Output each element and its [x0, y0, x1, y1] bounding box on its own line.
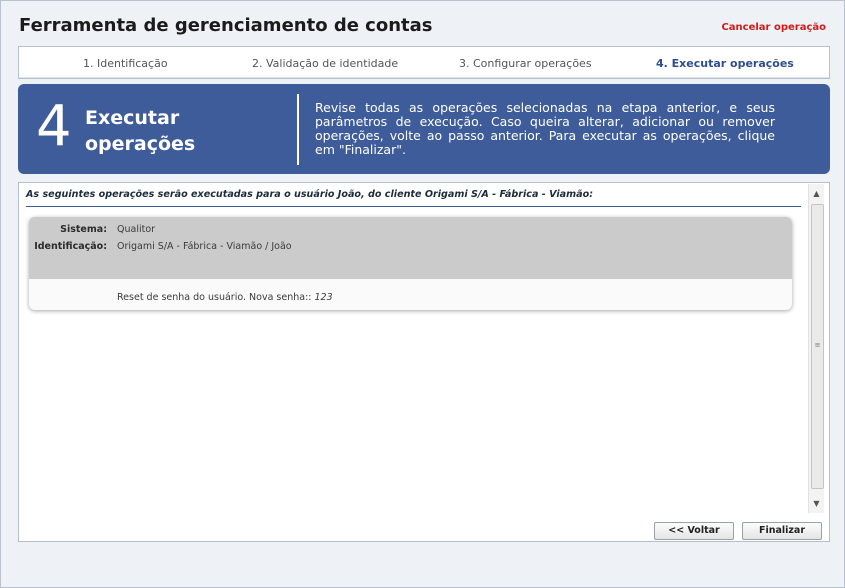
wizard-steps: 1. Identificação 2. Validação de identid… [18, 46, 830, 79]
back-button[interactable]: << Voltar [654, 522, 734, 540]
cancel-operation-link[interactable]: Cancelar operação [721, 22, 826, 33]
step-configurar: 3. Configurar operações [459, 57, 592, 70]
step-banner: 4 Executar operações Revise todas as ope… [18, 84, 830, 174]
identificacao-value: Origami S/A - Fábrica - Viamão / João [117, 241, 292, 252]
identificacao-label: Identificação: [34, 241, 107, 252]
sistema-value: Qualitor [117, 224, 156, 235]
page-title: Ferramenta de gerenciamento de contas [19, 15, 433, 36]
banner-divider [297, 94, 299, 165]
operation-description: Reset de senha do usuário. Nova senha:: … [117, 292, 333, 303]
scroll-up-arrow-icon[interactable]: ▲ [809, 186, 824, 201]
finish-button[interactable]: Finalizar [742, 522, 822, 540]
step-executar: 4. Executar operações [656, 57, 794, 70]
grip-icon: ≡ [814, 341, 821, 349]
step-number: 4 [36, 94, 72, 159]
operation-value: 123 [314, 292, 333, 303]
step-identificacao: 1. Identificação [83, 57, 168, 70]
app-window: Ferramenta de gerenciamento de contas Ca… [0, 0, 845, 588]
operation-card: Sistema: Qualitor Identificação: Origami… [29, 217, 792, 310]
scroll-thumb[interactable]: ≡ [811, 204, 824, 489]
scroll-down-arrow-icon[interactable]: ▼ [809, 496, 824, 511]
vertical-scrollbar[interactable]: ▲ ≡ ▼ [808, 184, 824, 513]
step-validacao: 2. Validação de identidade [252, 57, 399, 70]
step-description: Revise todas as operações selecionadas n… [315, 100, 775, 157]
step-heading: Executar operações [85, 107, 196, 155]
operations-panel: As seguintes operações serão executadas … [18, 182, 830, 542]
sistema-label: Sistema: [60, 224, 107, 235]
operation-text: Reset de senha do usuário. Nova senha:: [117, 292, 312, 303]
operations-intro: As seguintes operações serão executadas … [26, 189, 801, 207]
